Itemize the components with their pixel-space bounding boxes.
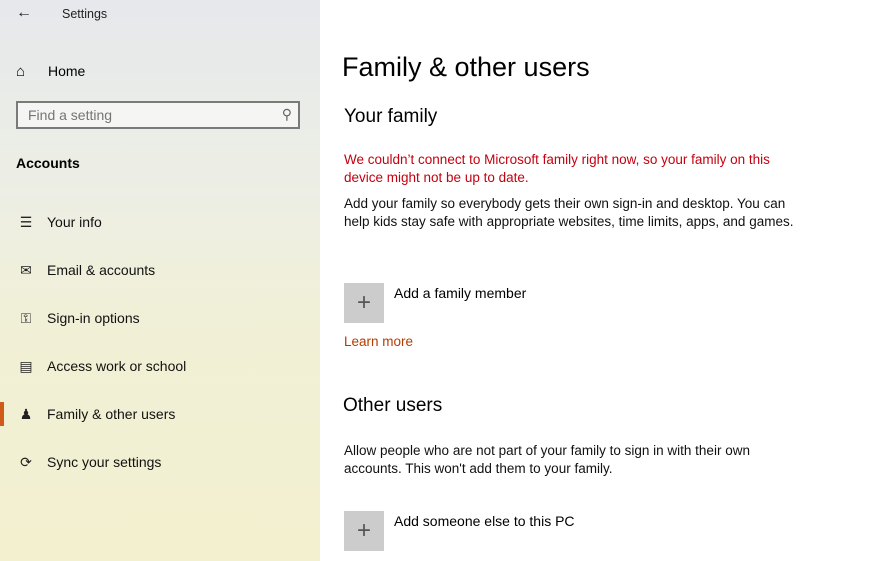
sidebar-item-label: Family & other users: [47, 406, 176, 422]
sidebar-item-email-accounts[interactable]: ✉ Email & accounts: [0, 255, 320, 285]
person-card-icon: ☰: [19, 213, 33, 230]
sidebar-item-label: Email & accounts: [47, 262, 156, 278]
add-someone-else-button[interactable]: + Add someone else to this PC: [344, 511, 575, 551]
search-icon[interactable]: ⚲: [282, 106, 292, 123]
section-title-accounts: Accounts: [16, 155, 80, 171]
learn-more-link[interactable]: Learn more: [344, 334, 413, 349]
sidebar: ← Settings ⌂ Home ⚲ Accounts ☰ Your info…: [0, 0, 320, 561]
title-bar: ← Settings: [0, 0, 320, 30]
main-panel: Family & other users Your family We coul…: [320, 0, 885, 561]
sync-icon: ⟳: [20, 453, 32, 470]
plus-icon: +: [344, 511, 384, 551]
sidebar-item-sync[interactable]: ⟳ Sync your settings: [0, 447, 320, 477]
sidebar-item-label: Sync your settings: [47, 454, 162, 470]
briefcase-icon: ▤: [19, 357, 33, 374]
back-arrow-icon[interactable]: ←: [14, 4, 34, 22]
add-someone-else-label: Add someone else to this PC: [394, 513, 575, 529]
key-icon: ⚿: [20, 309, 32, 326]
sidebar-item-label: Access work or school: [47, 358, 187, 374]
search-input[interactable]: [28, 107, 268, 123]
mail-icon: ✉: [20, 261, 32, 278]
add-family-member-button[interactable]: + Add a family member: [344, 283, 526, 323]
other-users-heading: Other users: [343, 395, 443, 416]
plus-icon: +: [344, 283, 384, 323]
home-icon: ⌂: [16, 62, 26, 80]
home-label: Home: [48, 63, 86, 79]
family-description: Add your family so everybody gets their …: [344, 196, 794, 229]
app-title: Settings: [62, 7, 108, 21]
page-title: Family & other users: [342, 52, 590, 82]
your-family-heading: Your family: [344, 106, 438, 127]
person-add-icon: ♟: [19, 405, 33, 422]
sidebar-item-access-work[interactable]: ▤ Access work or school: [0, 351, 320, 381]
add-family-member-label: Add a family member: [394, 285, 527, 301]
selection-indicator: [0, 402, 4, 426]
sidebar-item-label: Your info: [47, 214, 102, 230]
family-warning-text: We couldn’t connect to Microsoft family …: [344, 152, 770, 185]
sidebar-item-label: Sign-in options: [47, 310, 140, 326]
sidebar-item-family[interactable]: ♟ Family & other users: [0, 399, 320, 429]
search-box[interactable]: ⚲: [16, 101, 300, 129]
sidebar-item-your-info[interactable]: ☰ Your info: [0, 207, 320, 237]
home-nav-item[interactable]: ⌂ Home: [16, 60, 85, 82]
sidebar-item-sign-in-options[interactable]: ⚿ Sign-in options: [0, 303, 320, 333]
other-users-description: Allow people who are not part of your fa…: [344, 443, 750, 476]
